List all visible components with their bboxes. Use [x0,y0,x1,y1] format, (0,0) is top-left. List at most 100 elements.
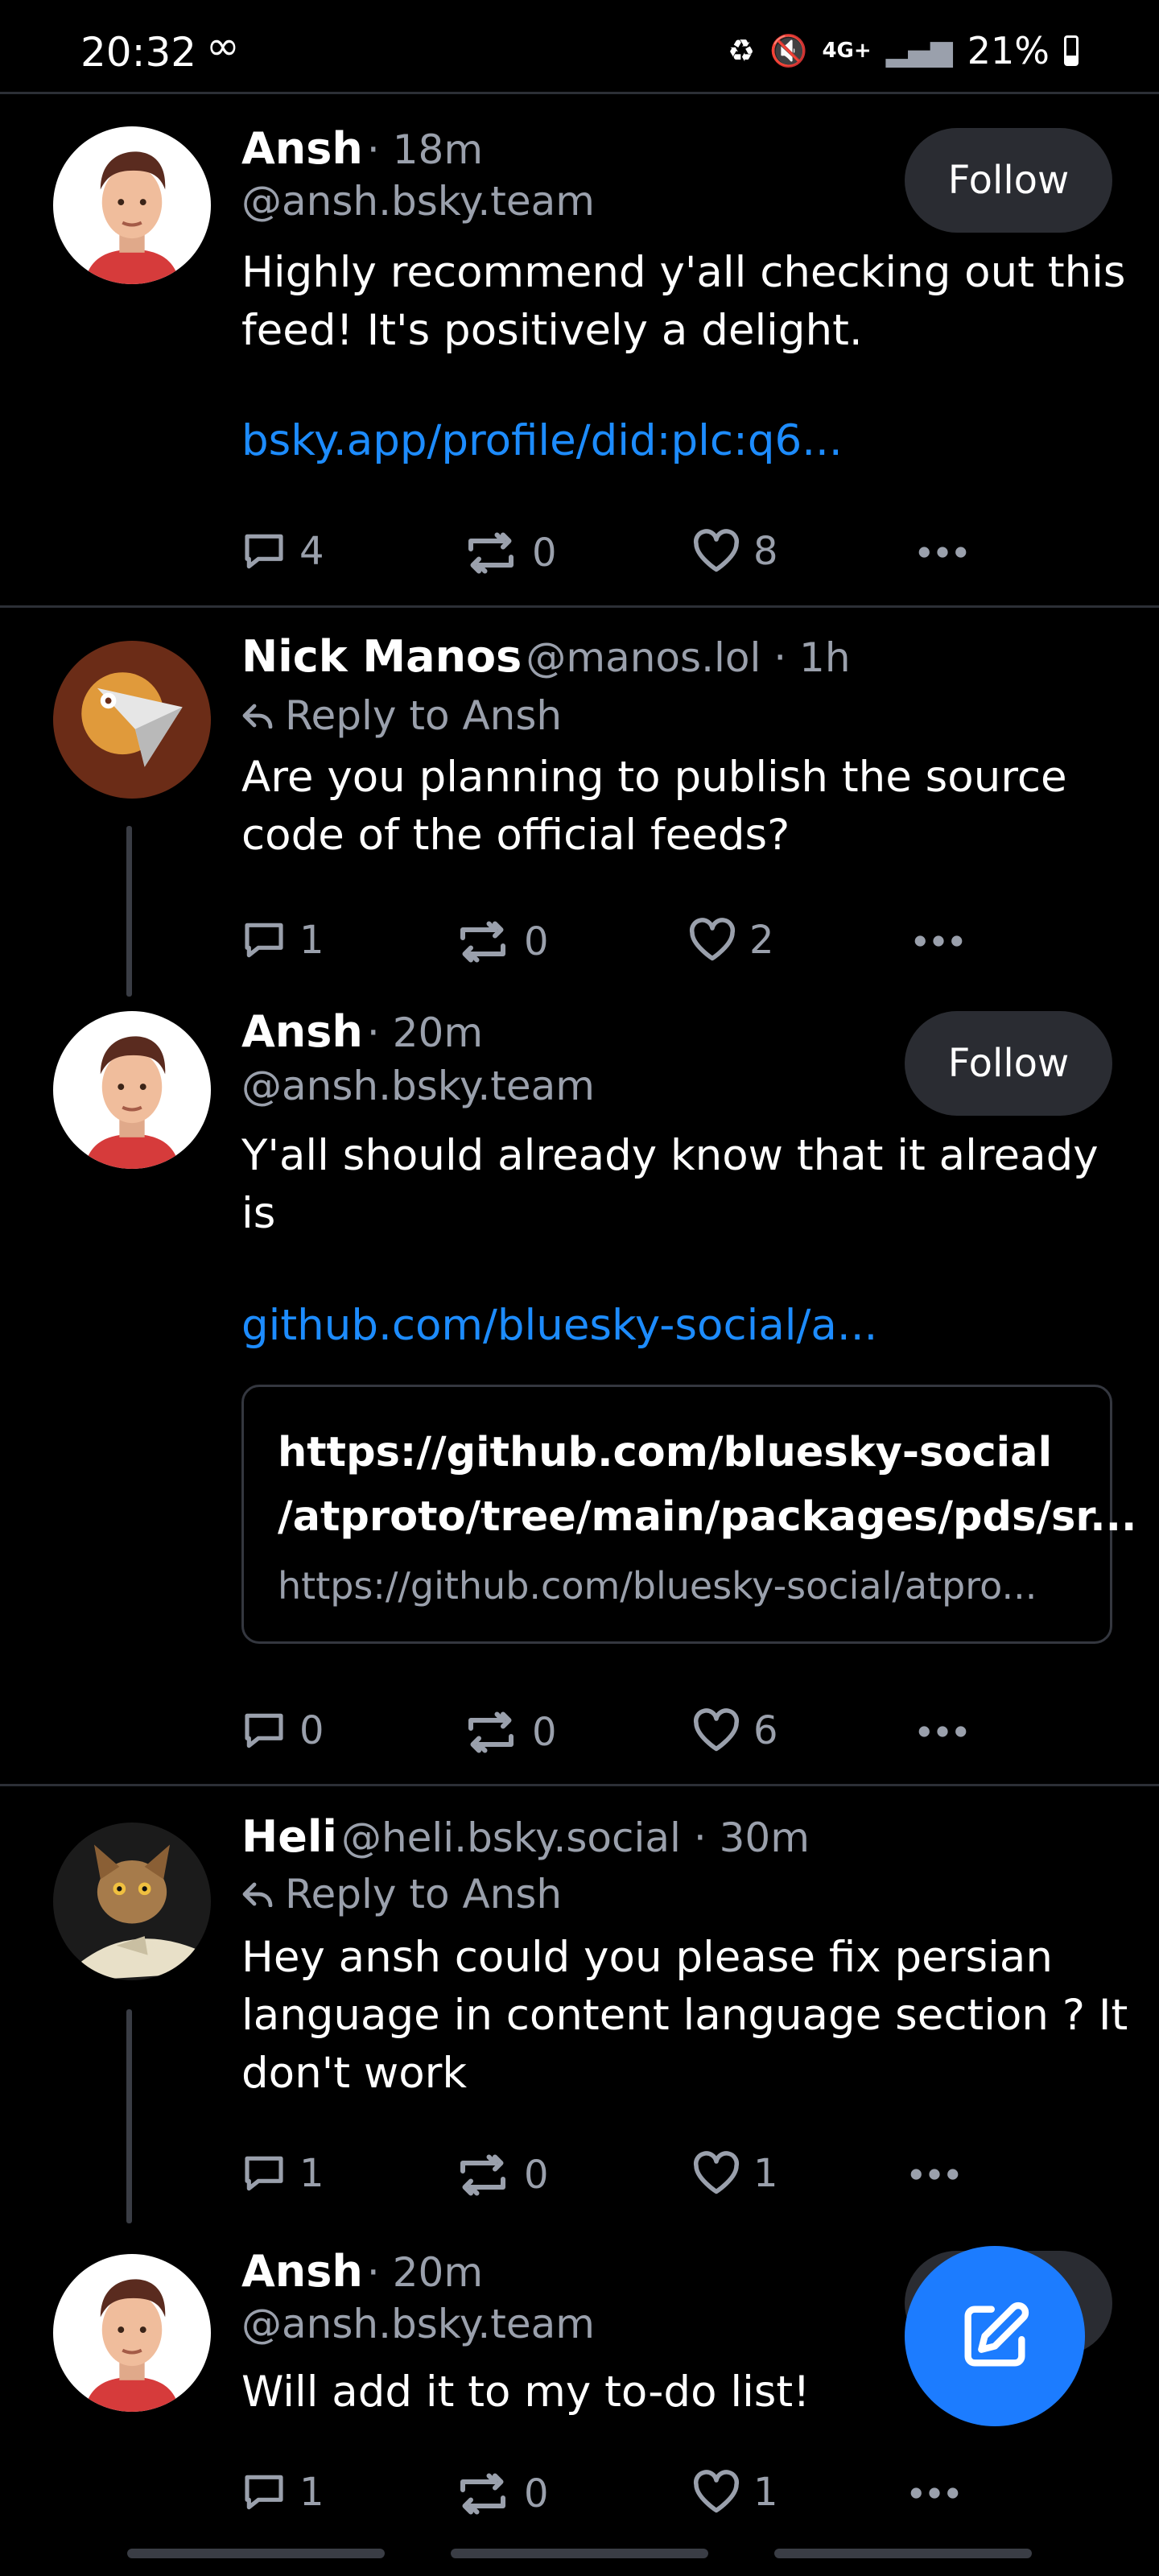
card-title: https://github.com/bluesky-social /atpro… [278,1429,1137,1541]
repost-arrows-icon [455,2151,511,2199]
heart-icon [692,2151,740,2196]
thread-line [126,826,132,997]
speech-bubble-icon [241,529,287,574]
more-options-button[interactable] [914,934,963,948]
post-time: · 20m [366,1009,484,1056]
action-bar: 1 0 2 [241,918,1046,974]
post-text: Y'all should already know that it alread… [241,1131,1099,1238]
speech-bubble-icon [241,2470,287,2515]
author-handle-time: @heli.bsky.social · 30m [340,1814,810,1861]
thread-line [126,2009,132,2223]
heart-icon [688,918,736,963]
post-text: Highly recommend y'all checking out this… [241,248,1126,355]
author-name[interactable]: Nick Manos [241,631,522,682]
author-name[interactable]: Ansh [241,2246,363,2297]
heart-icon [692,529,740,574]
like-button[interactable]: 1 [692,2470,778,2515]
reply-context[interactable]: Reply to Ansh [241,1871,562,1918]
avatar[interactable] [53,1823,211,1980]
follow-button[interactable]: Follow [905,128,1112,233]
battery-icon [1064,35,1079,66]
reply-context[interactable]: Reply to Ansh [241,692,562,739]
author-handle[interactable]: @ansh.bsky.team [241,2301,595,2347]
repost-button[interactable]: 0 [455,2470,549,2518]
status-indicators: ♻ 🔇 4G+ ▂▄▆ 21% [728,29,1079,72]
compose-button[interactable] [905,2246,1085,2426]
repost-button[interactable]: 0 [463,529,557,577]
reply-arrow-icon [241,703,274,729]
bottom-nav-indicator [127,2549,385,2558]
like-button[interactable]: 6 [692,1708,778,1753]
follow-button[interactable]: Follow [905,1011,1112,1116]
action-bar: 1 0 1 [241,2470,1046,2526]
heart-icon [692,1708,740,1753]
mute-icon: 🔇 [769,32,808,68]
ellipsis-icon [918,1724,967,1739]
speech-bubble-icon [241,1708,287,1753]
more-options-button[interactable] [918,545,967,559]
heart-icon [692,2470,740,2515]
post-heli[interactable]: Heli @heli.bsky.social · 30m Reply to An… [0,1787,1159,2223]
avatar[interactable] [53,2254,211,2412]
bottom-nav-indicator [451,2549,708,2558]
action-bar: 4 0 8 [241,529,1046,585]
post-ansh-2[interactable]: Ansh · 20m @ansh.bsky.team Follow Y'all … [0,995,1159,1784]
post-link[interactable]: github.com/bluesky-social/a... [241,1301,877,1350]
signal-icon: ▂▄▆ [885,34,953,68]
ellipsis-icon [914,934,963,948]
post-ansh-1[interactable]: Ansh · 18m @ansh.bsky.team Follow Highly… [0,94,1159,606]
post-text: Hey ansh could you please fix persian la… [241,1933,1128,2098]
avatar[interactable] [53,1011,211,1169]
ellipsis-icon [918,545,967,559]
ellipsis-icon [909,2167,959,2182]
more-options-button[interactable] [909,2167,959,2182]
battery-percent: 21% [967,29,1050,72]
bottom-nav-indicator [774,2549,1032,2558]
author-handle[interactable]: @ansh.bsky.team [241,1063,595,1109]
speech-bubble-icon [241,918,287,963]
avatar[interactable] [53,641,211,799]
infinity-icon: ∞ [206,23,240,69]
repost-button[interactable]: 0 [455,918,549,966]
speech-bubble-icon [241,2151,287,2196]
author-name[interactable]: Ansh [241,1006,363,1057]
reply-button[interactable]: 1 [241,2470,324,2515]
post-divider [0,605,1159,608]
post-divider [0,1784,1159,1786]
recycle-icon: ♻ [728,33,756,68]
like-button[interactable]: 2 [688,918,774,963]
author-handle[interactable]: @ansh.bsky.team [241,178,595,225]
reply-arrow-icon [241,1881,274,1907]
reply-button[interactable]: 1 [241,918,324,963]
post-time: · 18m [366,126,484,173]
compose-pencil-icon [964,2301,1029,2367]
status-bar: 20:32 ∞ ♻ 🔇 4G+ ▂▄▆ 21% [0,0,1159,93]
action-bar: 0 0 6 [241,1708,1046,1765]
like-button[interactable]: 8 [692,529,778,574]
reply-button[interactable]: 4 [241,529,324,574]
author-name[interactable]: Ansh [241,123,363,174]
like-button[interactable]: 1 [692,2151,778,2196]
post-link[interactable]: bsky.app/profile/did:plc:q6... [241,416,843,465]
status-time: 20:32 [80,29,197,76]
repost-arrows-icon [455,918,511,966]
repost-button[interactable]: 0 [463,1708,557,1757]
more-options-button[interactable] [909,2486,959,2500]
repost-arrows-icon [463,529,519,577]
reply-button[interactable]: 1 [241,2151,324,2196]
post-text: Are you planning to publish the source c… [241,753,1067,860]
repost-button[interactable]: 0 [455,2151,549,2199]
author-name[interactable]: Heli [241,1811,337,1862]
repost-arrows-icon [463,1708,519,1757]
card-url: https://github.com/bluesky-social/atpro.… [278,1564,1037,1608]
avatar[interactable] [53,126,211,284]
post-nick[interactable]: Nick Manos @manos.lol · 1h Reply to Ansh… [0,609,1159,997]
post-time: · 20m [366,2249,484,2296]
reply-button[interactable]: 0 [241,1708,324,1753]
more-options-button[interactable] [918,1724,967,1739]
network-type: 4G+ [822,39,872,63]
link-preview-card[interactable]: https://github.com/bluesky-social /atpro… [241,1385,1137,1644]
action-bar: 1 0 1 [241,2151,1046,2207]
ellipsis-icon [909,2486,959,2500]
repost-arrows-icon [455,2470,511,2518]
